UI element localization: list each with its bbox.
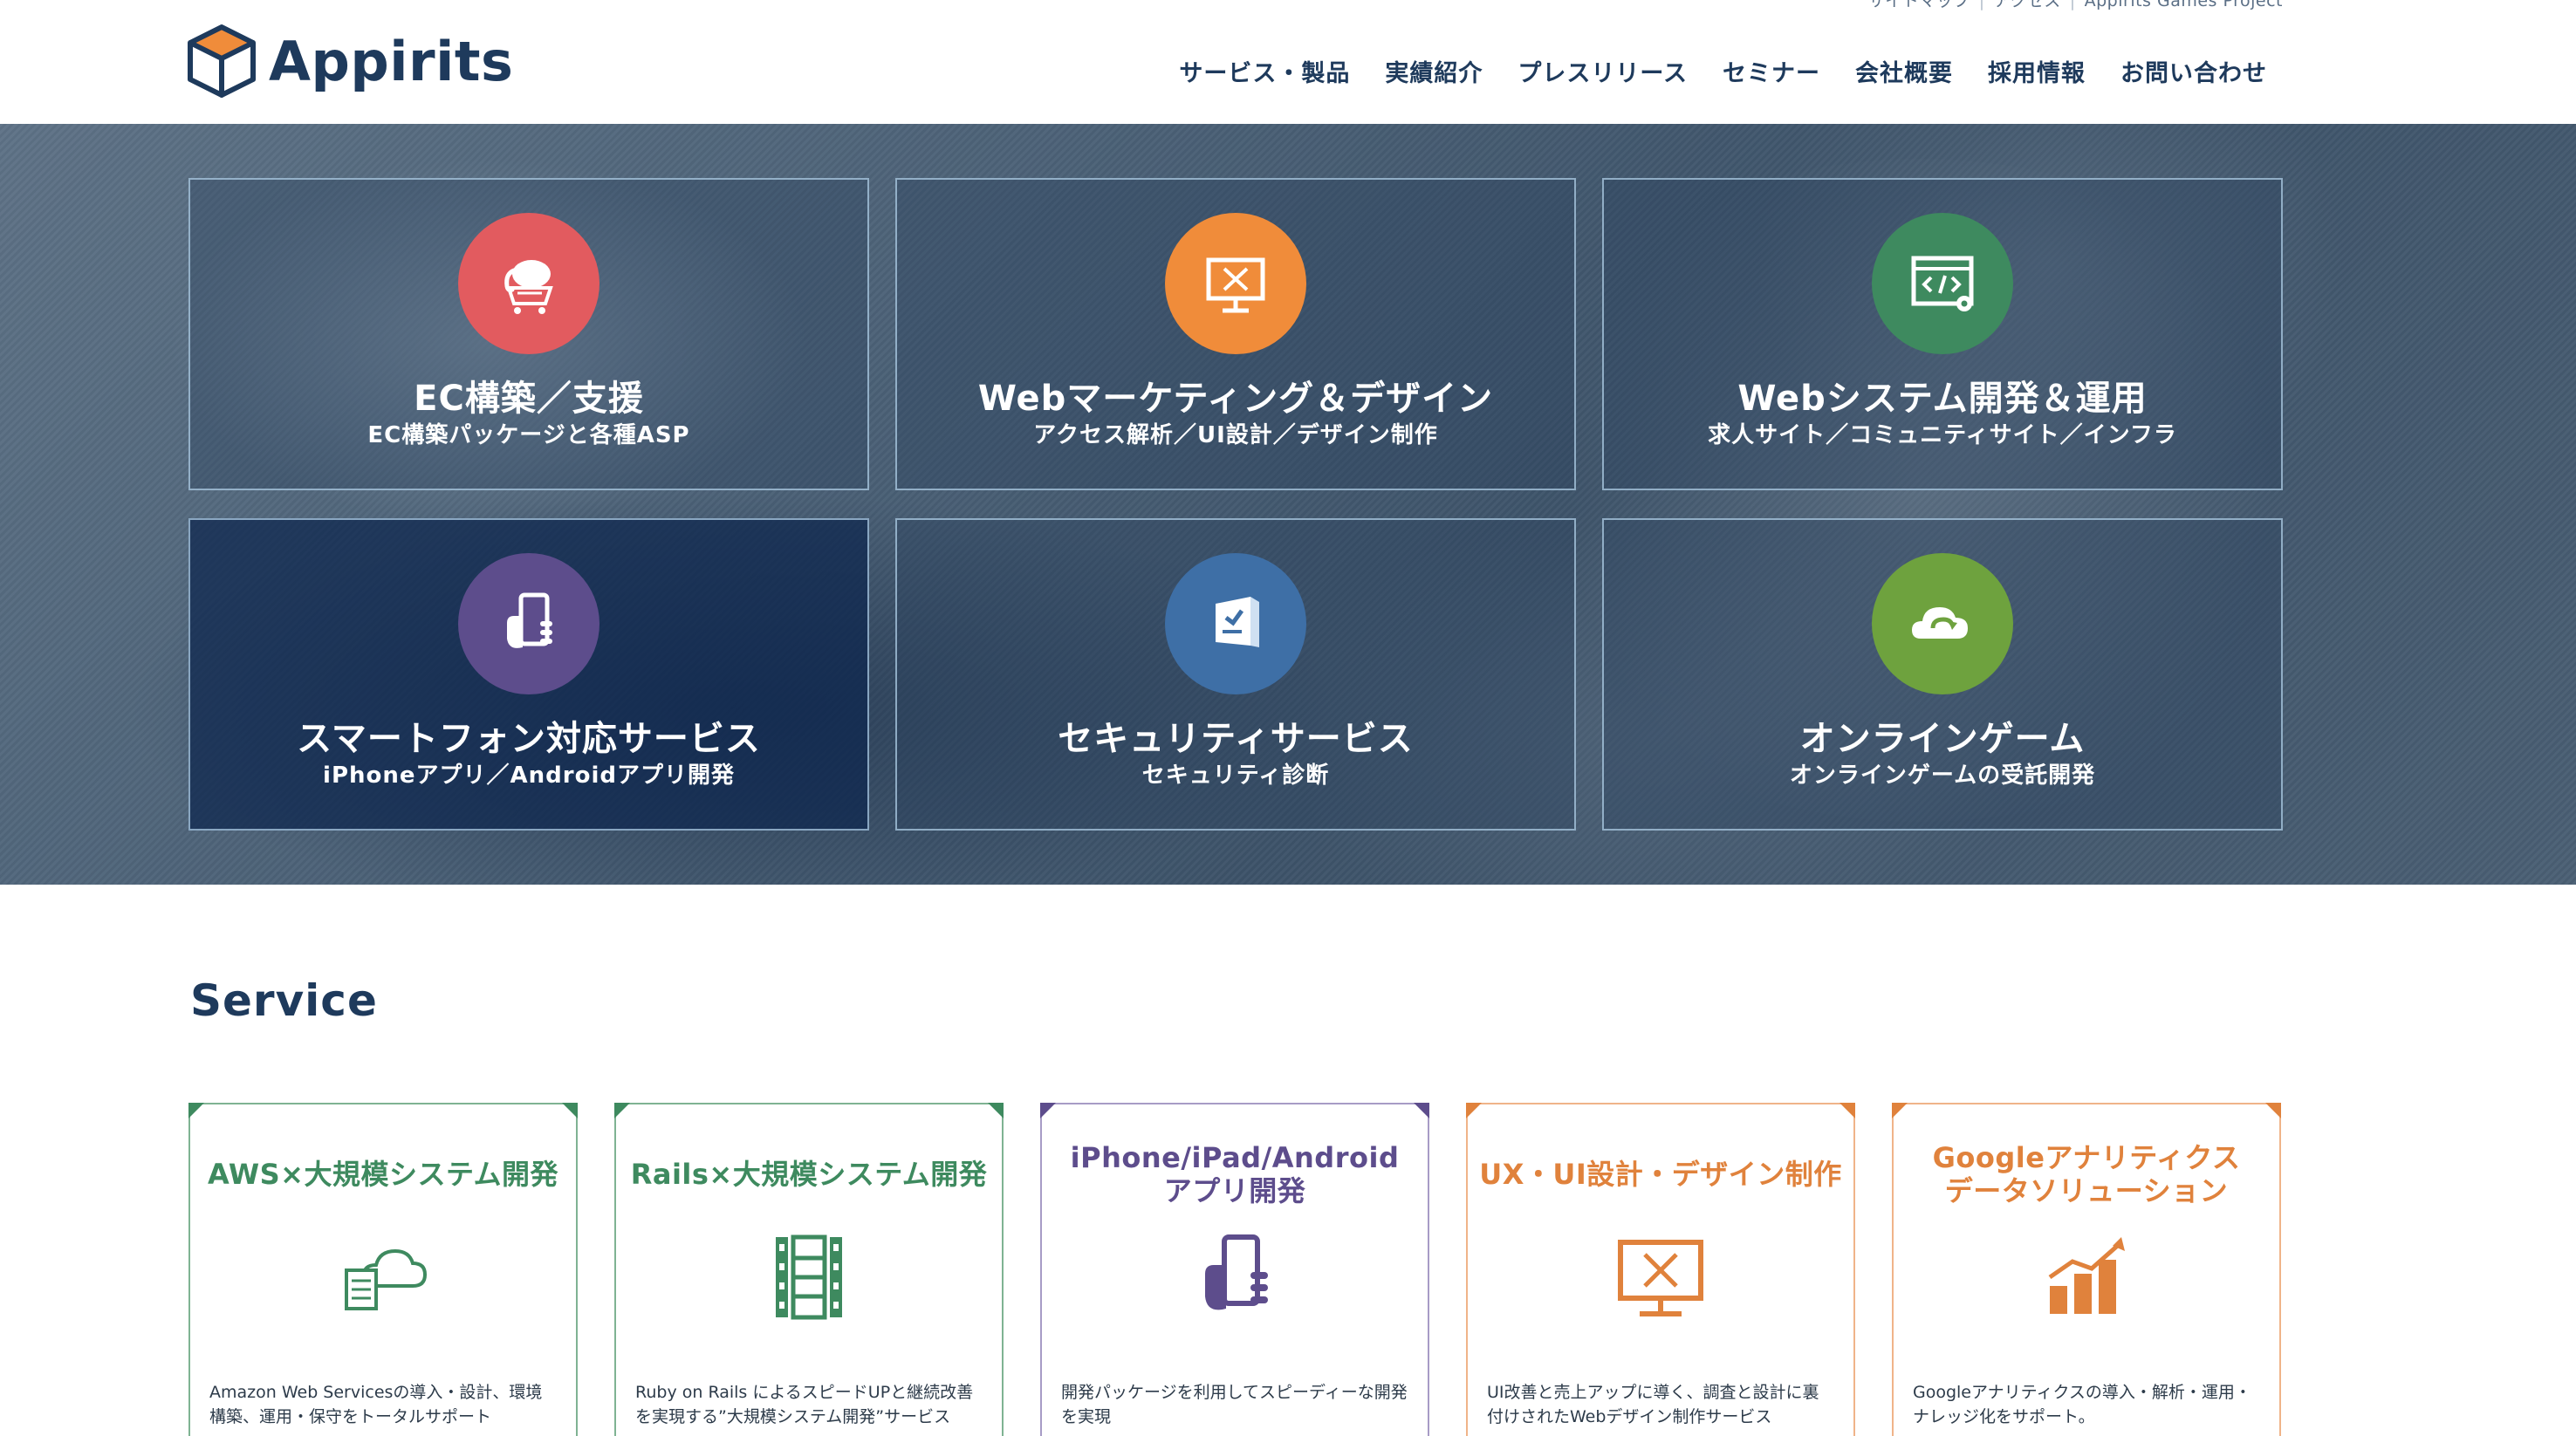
tile-security[interactable]: セキュリティサービス セキュリティ診断 (895, 518, 1576, 831)
code-window-icon (1872, 213, 2013, 354)
tile-smartphone[interactable]: スマートフォン対応サービス iPhoneアプリ／Androidアプリ開発 (188, 518, 869, 831)
service-card-rails-desc: Ruby on Rails によるスピードUPと継続改善を実現する”大規模システ… (635, 1383, 974, 1426)
access-link[interactable]: アクセス (1994, 0, 2061, 10)
service-card-analytics-title: Googleアナリティクス データソリューション (1932, 1141, 2241, 1207)
logo-cube-icon (188, 24, 256, 98)
smartphone-hand-icon (458, 553, 599, 694)
service-heading: Service (190, 975, 378, 1026)
games-project-link[interactable]: Appirits Games Project (2085, 0, 2283, 10)
service-card-analytics-desc: Googleアナリティクスの導入・解析・運用・ナレッジ化をサポート。 (1913, 1383, 2251, 1426)
sitemap-link[interactable]: サイトマップ (1868, 0, 1970, 10)
logo[interactable]: Appirits (187, 21, 513, 101)
site-header: サイトマップ | アクセス | Appirits Games Project Appir… (0, 0, 2576, 124)
nav-seminar[interactable]: セミナー (1723, 54, 1820, 88)
tile-security-title: セキュリティサービス (1058, 719, 1414, 759)
service-card-app-desc: 開発パッケージを利用してスピーディーな開発を実現 (1061, 1383, 1408, 1426)
hero-banner: EC構築／支援 EC構築パッケージと各種ASP Webマーケティング＆デザイン … (0, 124, 2576, 885)
service-card-app[interactable]: iPhone/iPad/Android アプリ開発 開発パッケージを利用してスピ… (1040, 1103, 1429, 1436)
monitor-design-icon (1165, 213, 1306, 354)
tile-online-game[interactable]: オンラインゲーム オンラインゲームの受託開発 (1602, 518, 2283, 831)
monitor-design-icon (1608, 1225, 1713, 1330)
film-strip-icon (757, 1225, 861, 1330)
service-card-rails-title: Rails×大規模システム開発 (630, 1158, 988, 1191)
nav-services[interactable]: サービス・製品 (1179, 54, 1350, 88)
service-card-aws-desc: Amazon Web Servicesの導入・設計、環境構築、運用・保守をトータ… (209, 1383, 543, 1426)
tile-smartphone-title: スマートフォン対応サービス (297, 719, 761, 759)
smartphone-hand-icon (1182, 1225, 1287, 1330)
tile-online-game-title: オンラインゲーム (1799, 719, 2086, 759)
bar-chart-growth-icon (2034, 1225, 2139, 1330)
service-card-app-title: iPhone/iPad/Android アプリ開発 (1070, 1141, 1400, 1207)
cloud-game-icon (1872, 553, 2013, 694)
nav-recruit[interactable]: 採用情報 (1988, 54, 2086, 88)
nav-works[interactable]: 実績紹介 (1385, 54, 1483, 88)
tile-web-marketing[interactable]: Webマーケティング＆デザイン アクセス解析／UI設計／デザイン制作 (895, 178, 1576, 490)
service-card-analytics[interactable]: Googleアナリティクス データソリューション Googleアナリティクスの導… (1892, 1103, 2281, 1436)
service-card-ux-title: UX・UI設計・デザイン制作 (1479, 1158, 1842, 1191)
tile-ec-title: EC構築／支援 (414, 379, 644, 419)
cloud-server-icon (331, 1225, 435, 1330)
security-shield-icon (1165, 553, 1306, 694)
main-nav: サービス・製品 実績紹介 プレスリリース セミナー 会社概要 採用情報 お問い合… (1179, 54, 2267, 88)
tile-web-system-subtitle: 求人サイト／コミュニティサイト／インフラ (1708, 422, 2177, 448)
nav-company[interactable]: 会社概要 (1855, 54, 1953, 88)
tile-ec-subtitle: EC構築パッケージと各種ASP (367, 422, 690, 448)
nav-contact[interactable]: お問い合わせ (2120, 54, 2267, 88)
nav-press[interactable]: プレスリリース (1518, 54, 1688, 88)
logo-text: Appirits (269, 29, 514, 93)
tile-online-game-subtitle: オンラインゲームの受託開発 (1789, 762, 2096, 789)
tile-web-system[interactable]: Webシステム開発＆運用 求人サイト／コミュニティサイト／インフラ (1602, 178, 2283, 490)
shopping-cart-elephant-icon (458, 213, 599, 354)
utility-links: サイトマップ | アクセス | Appirits Games Project (1868, 0, 2283, 11)
service-card-rails[interactable]: Rails×大規模システム開発 Ruby on Rails によるスピードUPと… (614, 1103, 1004, 1436)
service-card-ux-desc: UI改善と売上アップに導く、調査と設計に裏付けされたWebデザイン制作サービス (1487, 1383, 1819, 1426)
service-card-aws[interactable]: AWS×大規模システム開発 Amazon Web Servicesの導入・設計、… (188, 1103, 578, 1436)
tile-security-subtitle: セキュリティ診断 (1141, 762, 1330, 789)
tile-web-marketing-title: Webマーケティング＆デザイン (977, 379, 1494, 419)
tile-smartphone-subtitle: iPhoneアプリ／Androidアプリ開発 (323, 762, 735, 789)
service-card-ux[interactable]: UX・UI設計・デザイン制作 UI改善と売上アップに導く、調査と設計に裏付けされ… (1466, 1103, 1855, 1436)
tile-web-marketing-subtitle: アクセス解析／UI設計／デザイン制作 (1033, 422, 1438, 448)
service-card-aws-title: AWS×大規模システム開発 (207, 1158, 559, 1191)
tile-web-system-title: Webシステム開発＆運用 (1737, 379, 2148, 419)
tile-ec[interactable]: EC構築／支援 EC構築パッケージと各種ASP (188, 178, 869, 490)
